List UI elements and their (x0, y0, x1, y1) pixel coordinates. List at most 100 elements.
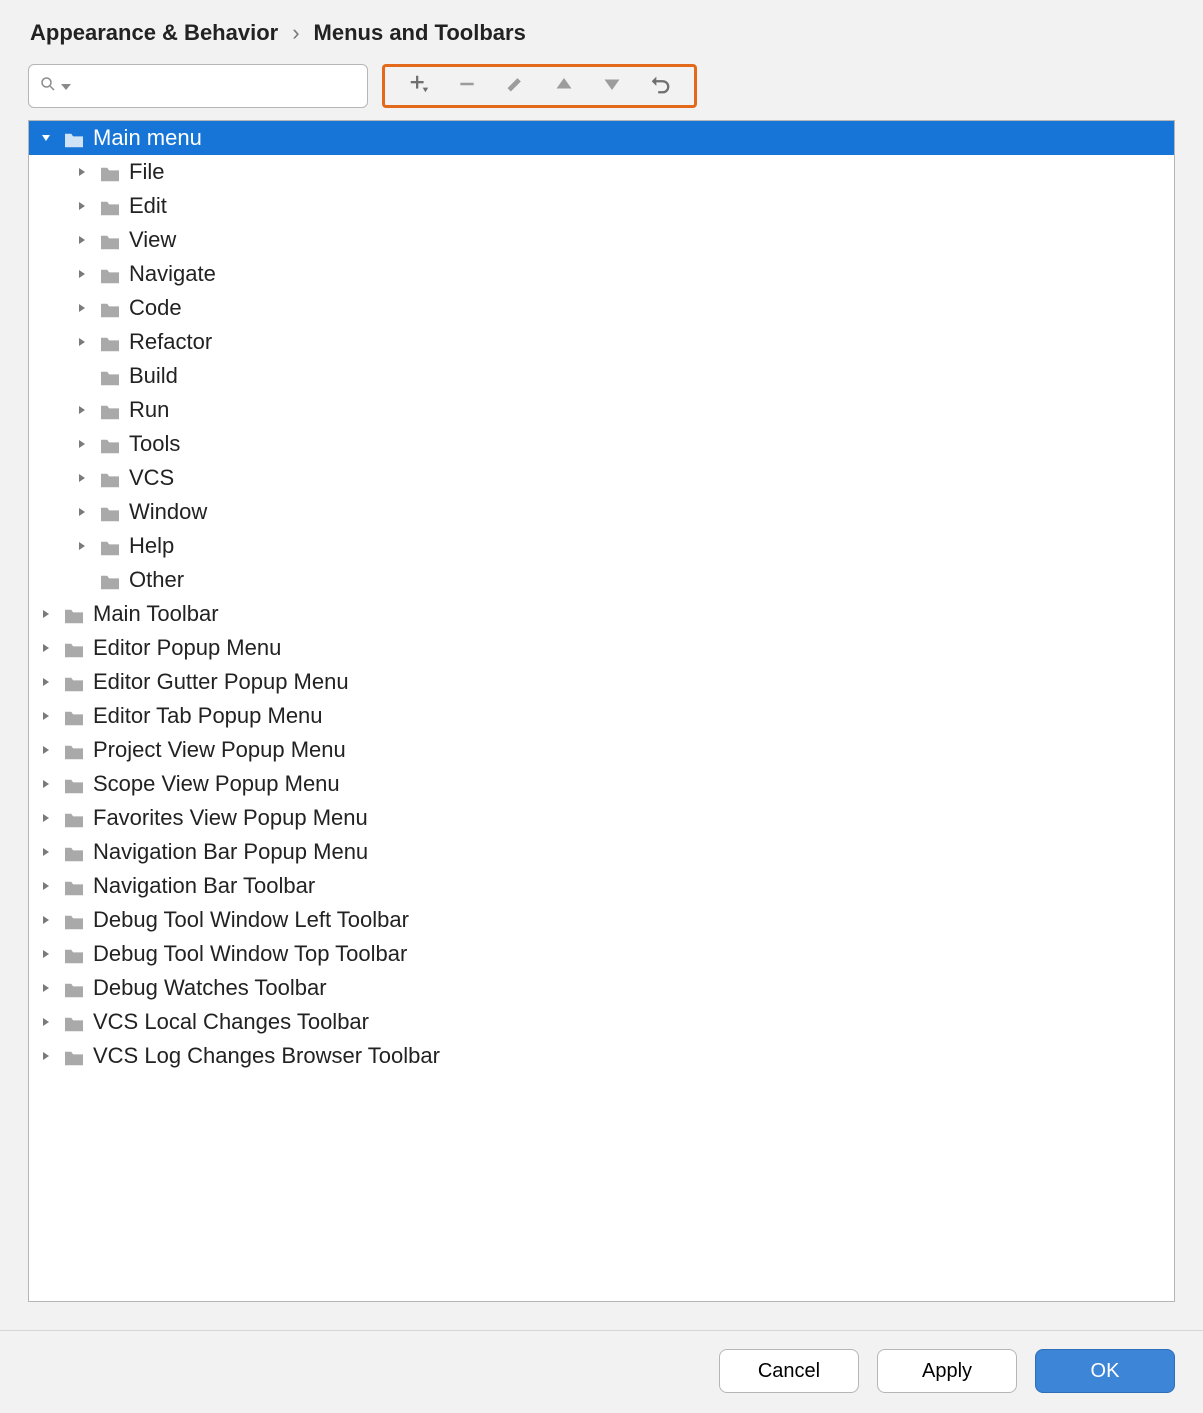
tree-row[interactable]: Navigation Bar Popup Menu (29, 835, 1174, 869)
tree-row[interactable]: Scope View Popup Menu (29, 767, 1174, 801)
chevron-right-icon[interactable] (73, 401, 91, 419)
folder-icon (99, 367, 121, 385)
breadcrumb-current: Menus and Toolbars (314, 20, 526, 46)
revert-button[interactable] (640, 67, 680, 105)
folder-icon (63, 877, 85, 895)
folder-icon (99, 469, 121, 487)
search-box[interactable] (28, 64, 368, 108)
chevron-down-icon[interactable] (61, 76, 71, 97)
tree-row[interactable]: Run (29, 393, 1174, 427)
tree-row[interactable]: Refactor (29, 325, 1174, 359)
tree-item-label: Navigation Bar Toolbar (93, 873, 315, 899)
chevron-right-icon[interactable] (37, 775, 55, 793)
add-button[interactable] (399, 67, 439, 105)
chevron-right-icon[interactable] (73, 265, 91, 283)
tree-row[interactable]: Editor Tab Popup Menu (29, 699, 1174, 733)
tree-row[interactable]: VCS Local Changes Toolbar (29, 1005, 1174, 1039)
apply-button[interactable]: Apply (877, 1349, 1017, 1393)
tree-item-label: File (129, 159, 164, 185)
chevron-right-icon[interactable] (73, 503, 91, 521)
tree-row[interactable]: Tools (29, 427, 1174, 461)
chevron-right-icon[interactable] (73, 163, 91, 181)
chevron-right-icon[interactable] (37, 1013, 55, 1031)
chevron-right-icon[interactable] (37, 673, 55, 691)
folder-icon (63, 1013, 85, 1031)
chevron-right-icon[interactable] (37, 979, 55, 997)
tree-row[interactable]: Code (29, 291, 1174, 325)
folder-icon (99, 299, 121, 317)
dialog-footer: Cancel Apply OK (0, 1330, 1203, 1393)
folder-icon (63, 673, 85, 691)
tree-row[interactable]: Navigate (29, 257, 1174, 291)
tree-item-label: Debug Watches Toolbar (93, 975, 327, 1001)
tree-row[interactable]: View (29, 223, 1174, 257)
tree-row[interactable]: Editor Gutter Popup Menu (29, 665, 1174, 699)
chevron-right-icon[interactable] (73, 537, 91, 555)
menu-tree[interactable]: Main menu File Edit View Navigate CodeRefacto… (28, 120, 1175, 1302)
move-down-button[interactable] (592, 67, 632, 105)
chevron-right-icon[interactable] (37, 741, 55, 759)
tree-row[interactable]: Window (29, 495, 1174, 529)
breadcrumb-parent[interactable]: Appearance & Behavior (30, 20, 278, 46)
chevron-right-icon[interactable] (37, 809, 55, 827)
folder-icon (99, 231, 121, 249)
search-input[interactable] (75, 75, 357, 97)
tree-item-label: Main menu (93, 125, 202, 151)
tree-row[interactable]: Help (29, 529, 1174, 563)
chevron-right-icon[interactable] (73, 435, 91, 453)
tree-row[interactable]: Debug Tool Window Top Toolbar (29, 937, 1174, 971)
tree-item-label: Navigation Bar Popup Menu (93, 839, 368, 865)
tree-row[interactable]: VCS Log Changes Browser Toolbar (29, 1039, 1174, 1073)
folder-icon (99, 503, 121, 521)
tree-item-label: VCS Local Changes Toolbar (93, 1009, 369, 1035)
chevron-right-icon[interactable] (73, 299, 91, 317)
chevron-right-icon[interactable] (37, 911, 55, 929)
remove-icon (457, 74, 477, 99)
edit-button[interactable] (495, 67, 535, 105)
chevron-right-icon[interactable] (73, 197, 91, 215)
tree-row[interactable]: Main menu (29, 121, 1174, 155)
chevron-right-icon[interactable] (73, 231, 91, 249)
tree-item-label: Edit (129, 193, 167, 219)
tree-item-label: Debug Tool Window Left Toolbar (93, 907, 409, 933)
chevron-right-icon[interactable] (37, 843, 55, 861)
tree-row[interactable]: Navigation Bar Toolbar (29, 869, 1174, 903)
tree-row[interactable]: Debug Watches Toolbar (29, 971, 1174, 1005)
folder-icon (63, 129, 85, 147)
chevron-right-icon[interactable] (37, 1047, 55, 1065)
folder-icon (99, 571, 121, 589)
tree-row[interactable]: Favorites View Popup Menu (29, 801, 1174, 835)
tree-row[interactable]: Editor Popup Menu (29, 631, 1174, 665)
tree-item-label: Window (129, 499, 207, 525)
folder-icon (99, 401, 121, 419)
tree-row[interactable]: File (29, 155, 1174, 189)
tree-item-label: Run (129, 397, 169, 423)
tree-row[interactable]: Build (29, 359, 1174, 393)
chevron-down-icon[interactable] (37, 129, 55, 147)
tree-item-label: Navigate (129, 261, 216, 287)
chevron-right-icon[interactable] (73, 333, 91, 351)
tree-item-label: Editor Popup Menu (93, 635, 281, 661)
tree-row[interactable]: Other (29, 563, 1174, 597)
chevron-right-icon[interactable] (37, 945, 55, 963)
tree-row[interactable]: Debug Tool Window Left Toolbar (29, 903, 1174, 937)
chevron-right-icon[interactable] (37, 605, 55, 623)
tree-row[interactable]: Project View Popup Menu (29, 733, 1174, 767)
chevron-right-icon[interactable] (37, 639, 55, 657)
remove-button[interactable] (447, 67, 487, 105)
move-up-button[interactable] (544, 67, 584, 105)
tree-item-label: View (129, 227, 176, 253)
tree-item-label: VCS Log Changes Browser Toolbar (93, 1043, 440, 1069)
tree-row[interactable]: VCS (29, 461, 1174, 495)
chevron-right-icon[interactable] (37, 877, 55, 895)
breadcrumb: Appearance & Behavior › Menus and Toolba… (30, 20, 1175, 46)
revert-icon (649, 73, 671, 100)
tree-row[interactable]: Main Toolbar (29, 597, 1174, 631)
folder-icon (99, 537, 121, 555)
chevron-right-icon[interactable] (37, 707, 55, 725)
cancel-button[interactable]: Cancel (719, 1349, 859, 1393)
tree-row[interactable]: Edit (29, 189, 1174, 223)
tree-item-label: Main Toolbar (93, 601, 219, 627)
ok-button[interactable]: OK (1035, 1349, 1175, 1393)
chevron-right-icon[interactable] (73, 469, 91, 487)
